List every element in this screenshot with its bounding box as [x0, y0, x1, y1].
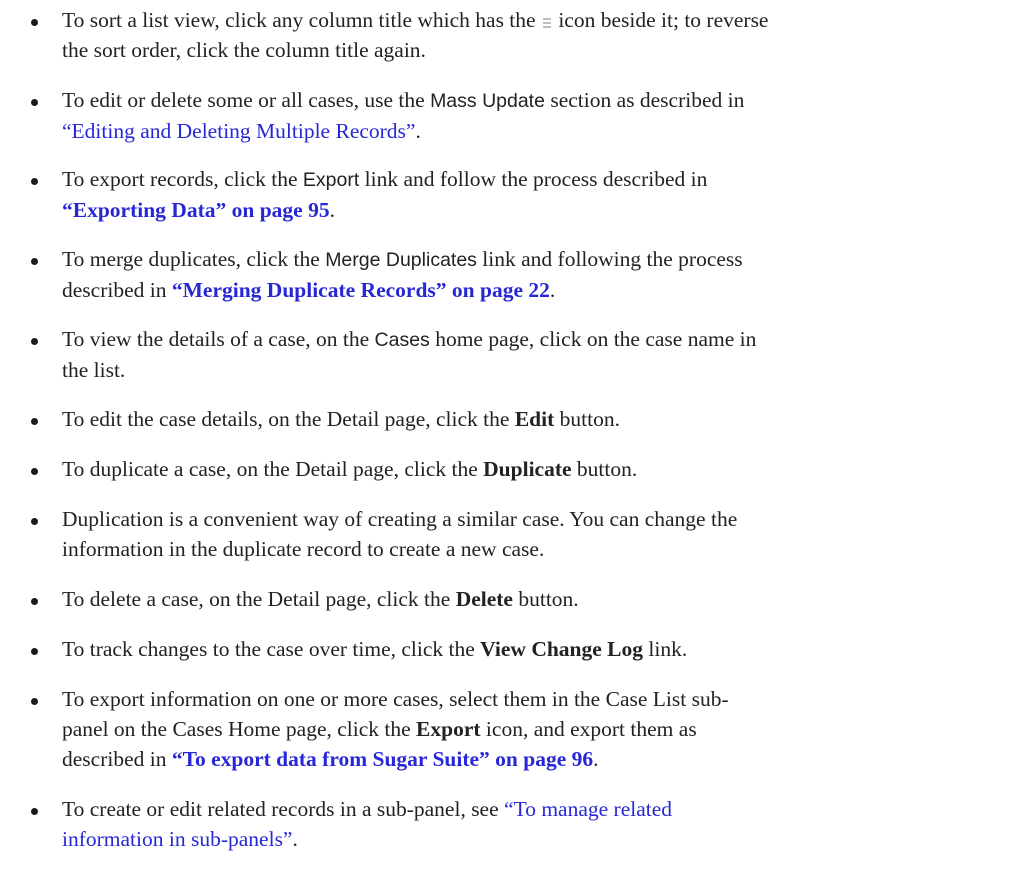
bullet-dot: [31, 808, 38, 815]
item-text-segment: To edit the case details, on the Detail …: [62, 407, 510, 431]
item-text-segment: To duplicate a case, on the Detail page,…: [62, 457, 478, 481]
item-text: To sort a list view, click any column ti…: [62, 5, 1012, 65]
item-text-segment: information in the duplicate record to c…: [62, 537, 545, 561]
bullet-dot: [31, 338, 38, 345]
item-text: To view the details of a case, on the Ca…: [62, 324, 1012, 385]
item-text: To edit the case details, on the Detail …: [62, 404, 1012, 434]
link-export-data-sugar-suite[interactable]: “To export data from Sugar Suite” on pag…: [172, 747, 593, 771]
item-text-segment: icon beside it; to reverse: [558, 8, 769, 32]
item-text: To export records, click the Export link…: [62, 164, 1012, 225]
item-text: To create or edit related records in a s…: [62, 794, 1012, 854]
item-text-segment: .: [593, 747, 599, 771]
ui-term-merge-duplicates: Merge Duplicates: [325, 249, 477, 271]
item-text-segment: home page, click on the case name in: [435, 327, 757, 351]
bullet-dot: [31, 99, 38, 106]
sort-icon: [542, 18, 551, 28]
bullet-dot: [31, 698, 38, 705]
ui-term-export-icon: Export: [416, 717, 481, 741]
item-text-segment: icon, and export them as: [485, 717, 697, 741]
item-text-segment: described in: [62, 747, 167, 771]
item-text-segment: link and following the process: [482, 247, 743, 271]
item-text: To merge duplicates, click the Merge Dup…: [62, 244, 1012, 305]
bullet-dot: [31, 518, 38, 525]
item-text-segment: link.: [648, 637, 688, 661]
ui-term-mass-update: Mass Update: [430, 90, 545, 112]
bullet-dot: [31, 19, 38, 26]
item-text: To duplicate a case, on the Detail page,…: [62, 454, 1012, 484]
ui-term-export: Export: [302, 169, 360, 191]
bullet-dot: [31, 418, 38, 425]
ui-term-delete: Delete: [455, 587, 513, 611]
link-exporting-data[interactable]: “Exporting Data” on page 95: [62, 198, 330, 222]
item-text-segment: button.: [576, 457, 638, 481]
item-text-segment: button.: [559, 407, 620, 431]
item-text-segment: .: [549, 278, 556, 302]
link-merging-duplicate-records[interactable]: “Merging Duplicate Records” on page 22: [172, 278, 550, 302]
item-text: To delete a case, on the Detail page, cl…: [62, 584, 1012, 614]
bullet-dot: [31, 178, 38, 185]
item-text-segment: the sort order, click the column title a…: [62, 38, 426, 62]
item-text: To export information on one or more cas…: [62, 684, 1012, 774]
item-text: To edit or delete some or all cases, use…: [62, 85, 1012, 146]
link-manage-related-info[interactable]: information in sub-panels”: [62, 827, 292, 851]
ui-term-view-change-log: View Change Log: [480, 637, 644, 661]
item-text-segment: To view the details of a case, on the: [62, 327, 370, 351]
item-text-segment: To export information on one or more cas…: [62, 687, 729, 711]
item-text-segment: described in: [62, 278, 167, 302]
item-text-segment: To create or edit related records in a s…: [62, 797, 499, 821]
ui-term-duplicate: Duplicate: [483, 457, 572, 481]
document-page: To sort a list view, click any column ti…: [0, 0, 1025, 876]
link-editing-deleting-records[interactable]: “Editing and Deleting Multiple Records”: [62, 119, 415, 143]
item-text-segment: the list.: [62, 358, 126, 382]
item-text-segment: To export records, click the: [62, 167, 298, 191]
item-text-segment: panel on the Cases Home page, click the: [62, 717, 411, 741]
item-text: Duplication is a convenient way of creat…: [62, 504, 1012, 564]
item-text-segment: To track changes to the case over time, …: [62, 637, 475, 661]
link-manage-related-info[interactable]: “To manage related: [504, 797, 672, 821]
item-text-segment: Duplication is a convenient way of creat…: [62, 507, 738, 531]
item-text-segment: .: [329, 198, 335, 222]
item-text-segment: section as described in: [550, 88, 745, 112]
item-text-segment: To edit or delete some or all cases, use…: [62, 88, 425, 112]
bullet-dot: [31, 598, 38, 605]
item-text-segment: link and follow the process described in: [364, 167, 708, 191]
item-text-segment: button.: [518, 587, 579, 611]
item-text: To track changes to the case over time, …: [62, 634, 1012, 664]
item-text-segment: To sort a list view, click any column ti…: [62, 8, 536, 32]
bullet-dot: [31, 648, 38, 655]
item-text-segment: To merge duplicates, click the: [62, 247, 320, 271]
bullet-dot: [31, 468, 38, 475]
ui-term-edit: Edit: [514, 407, 555, 431]
item-text-segment: To delete a case, on the Detail page, cl…: [62, 587, 451, 611]
bullet-dot: [31, 258, 38, 265]
ui-term-cases: Cases: [374, 329, 430, 351]
item-text-segment: .: [415, 119, 421, 143]
item-text-segment: .: [292, 827, 298, 851]
